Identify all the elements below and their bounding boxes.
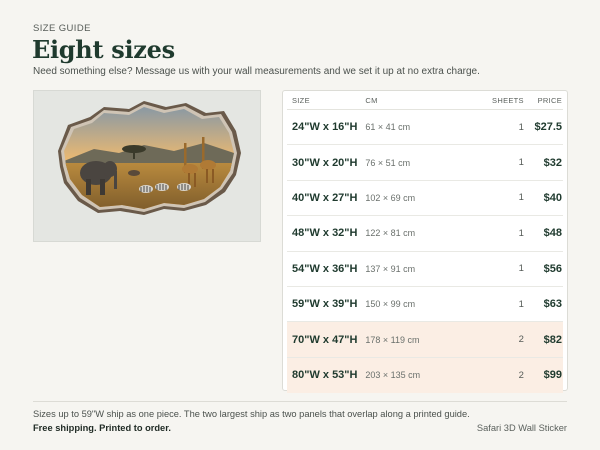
column-header-sheets: SHEETS [492,95,524,105]
column-header-cm: CM [365,95,378,105]
size-cell: 40"W x 27"H [292,191,358,204]
size-table-header: SIZE CM SHEETS PRICE [287,91,563,110]
sheets-cell: 1 [518,157,524,169]
page-subtitle: Need something else? Message us with you… [33,66,480,77]
cm-cell: 203 × 135 cm [365,370,421,381]
price-cell: $48 [543,227,563,240]
free-shipping-note: Free shipping. Printed to order. [33,423,171,433]
product-image [33,90,261,242]
cm-cell: 150 × 99 cm [365,299,416,310]
sheets-cell: 1 [518,298,524,310]
table-row-two-panel: 70"W x 47"H 178 × 119 cm 2 $82 [287,322,563,358]
size-table: SIZE CM SHEETS PRICE 24"W x 16"H 61 × 41… [282,90,568,394]
price-cell: $63 [543,298,563,311]
size-cell: 48"W x 32"H [292,227,358,240]
cm-cell: 137 × 91 cm [365,263,416,274]
product-name: Safari 3D Wall Sticker [476,423,567,433]
column-header-size: SIZE [292,95,310,105]
sheets-cell: 1 [518,192,524,204]
table-row: 40"W x 27"H 102 × 69 cm 1 $40 [287,181,563,217]
table-row: 30"W x 20"H 76 × 51 cm 1 $32 [287,145,563,181]
cm-cell: 102 × 69 cm [365,192,416,203]
sheets-cell: 2 [518,369,524,381]
table-row: 24"W x 16"H 61 × 41 cm 1 $27.5 [287,110,563,146]
section-eyebrow: SIZE GUIDE [33,23,91,34]
table-row-two-panel: 80"W x 53"H 203 × 135 cm 2 $99 [287,357,563,394]
price-cell: $27.5 [534,121,563,134]
price-cell: $40 [543,191,563,204]
sheets-cell: 1 [518,121,524,133]
price-cell: $32 [543,156,563,169]
size-cell: 30"W x 20"H [292,156,358,169]
size-cell: 70"W x 47"H [292,333,358,346]
table-row: 48"W x 32"H 122 × 81 cm 1 $48 [287,216,563,252]
cm-cell: 61 × 41 cm [365,122,411,133]
table-row: 59"W x 39"H 150 × 99 cm 1 $63 [287,287,563,323]
size-cell: 59"W x 39"H [292,298,358,311]
table-row: 54"W x 36"H 137 × 91 cm 1 $56 [287,252,563,287]
footer-divider [33,401,567,402]
sheets-cell: 1 [518,227,524,239]
size-cell: 54"W x 36"H [292,262,358,275]
cm-cell: 122 × 81 cm [365,228,416,239]
shipping-footnote: Sizes up to 59"W ship as one piece. The … [33,409,470,419]
price-cell: $82 [543,333,563,346]
safari-broken-wall-illustration-icon [34,91,260,241]
price-cell: $56 [543,262,563,275]
page-title: Eight sizes [32,35,175,64]
cm-cell: 76 × 51 cm [365,157,411,168]
sheets-cell: 2 [518,334,524,346]
size-cell: 24"W x 16"H [292,121,358,134]
column-header-price: PRICE [537,95,563,105]
cm-cell: 178 × 119 cm [365,334,420,345]
sheets-cell: 1 [518,263,524,275]
price-cell: $99 [543,369,563,382]
size-cell: 80"W x 53"H [292,369,358,382]
